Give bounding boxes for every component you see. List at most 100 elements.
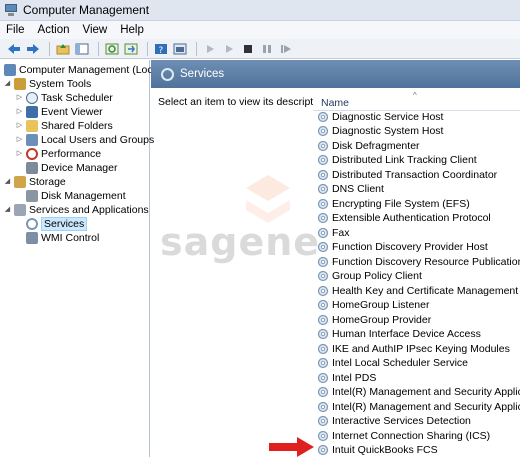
services-gear-icon xyxy=(161,67,174,81)
up-folder-icon[interactable] xyxy=(55,41,71,57)
tree-system-tools[interactable]: ◢ System Tools xyxy=(4,77,91,90)
collapse-arrow-icon[interactable]: ◢ xyxy=(4,206,11,213)
service-gear-icon xyxy=(317,430,329,441)
service-name: Group Policy Client xyxy=(332,270,422,282)
help-icon[interactable]: ? xyxy=(153,41,169,57)
service-gear-icon xyxy=(317,328,329,340)
back-arrow-icon[interactable] xyxy=(6,41,22,57)
service-row[interactable]: Disk Defragmenter xyxy=(317,139,420,152)
expand-arrow-icon[interactable]: ▷ xyxy=(16,94,23,101)
service-row[interactable]: Function Discovery Provider Host xyxy=(317,241,488,254)
service-row[interactable]: HomeGroup Provider xyxy=(317,313,431,326)
service-gear-icon xyxy=(317,444,329,456)
stop-icon[interactable] xyxy=(240,41,256,57)
service-name: Disk Defragmenter xyxy=(332,139,420,152)
expand-arrow-icon[interactable]: ▷ xyxy=(16,108,23,115)
service-row[interactable]: DNS Client xyxy=(317,183,384,196)
forward-arrow-icon[interactable] xyxy=(25,41,41,57)
tree-performance[interactable]: ▷ Performance xyxy=(16,147,101,160)
collapse-arrow-icon[interactable]: ◢ xyxy=(4,80,11,87)
service-name: DNS Client xyxy=(332,183,384,195)
service-row[interactable]: Intel(R) Management and Security Applica… xyxy=(317,400,520,413)
service-row[interactable]: Function Discovery Resource Publication xyxy=(317,255,520,268)
expand-arrow-icon[interactable]: ▷ xyxy=(16,136,23,143)
show-hide-tree-icon[interactable] xyxy=(74,41,90,57)
refresh-icon[interactable] xyxy=(104,41,120,57)
service-row[interactable]: Fax xyxy=(317,226,350,239)
service-row[interactable]: IKE and AuthIP IPsec Keying Modules xyxy=(317,342,510,355)
tree-wmi-control[interactable]: WMI Control xyxy=(26,231,99,244)
tree-performance-label: Performance xyxy=(41,147,102,160)
service-row[interactable]: Group Policy Client xyxy=(317,270,422,283)
title-bar[interactable]: Computer Management xyxy=(0,0,520,21)
export-icon[interactable] xyxy=(123,41,139,57)
service-name: Fax xyxy=(332,226,350,239)
clock-icon xyxy=(26,91,38,104)
service-gear-icon xyxy=(317,111,329,122)
service-row[interactable]: Distributed Link Tracking Client xyxy=(317,154,477,167)
tree-event-viewer[interactable]: ▷ Event Viewer xyxy=(16,105,103,118)
menu-view[interactable]: View xyxy=(83,24,108,36)
computer-management-icon xyxy=(4,3,18,17)
service-row[interactable]: Distributed Transaction Coordinator xyxy=(317,168,497,181)
tree-device-manager-label: Device Manager xyxy=(41,161,118,174)
properties-icon[interactable] xyxy=(172,41,188,57)
menu-bar: File Action View Help xyxy=(0,21,520,39)
service-name: Intel(R) Management and Security Applica… xyxy=(332,400,520,413)
expand-arrow-icon[interactable]: ▷ xyxy=(16,122,23,129)
collapse-arrow-icon[interactable]: ◢ xyxy=(4,178,11,185)
service-gear-icon xyxy=(317,270,329,282)
computer-icon xyxy=(4,63,16,76)
event-viewer-icon xyxy=(26,105,38,118)
services-apps-icon xyxy=(14,203,26,216)
service-gear-icon xyxy=(317,125,329,137)
menu-help[interactable]: Help xyxy=(120,24,144,36)
service-row[interactable]: Extensible Authentication Protocol xyxy=(317,212,491,225)
service-name: Diagnostic System Host xyxy=(332,125,444,137)
pause-icon[interactable] xyxy=(259,41,275,57)
tree-root[interactable]: Computer Management (Local) xyxy=(4,63,164,76)
tree-services[interactable]: Services xyxy=(26,216,88,231)
tree-task-scheduler[interactable]: ▷ Task Scheduler xyxy=(16,91,113,104)
service-name: Health Key and Certificate Management xyxy=(332,284,519,297)
service-row[interactable]: HomeGroup Listener xyxy=(317,299,429,312)
service-gear-icon xyxy=(317,299,329,311)
tree-local-users-label: Local Users and Groups xyxy=(41,133,155,146)
menu-action[interactable]: Action xyxy=(38,24,70,36)
users-icon xyxy=(26,133,38,146)
play-next-icon[interactable] xyxy=(221,41,237,57)
service-name: Distributed Link Tracking Client xyxy=(332,154,477,166)
tree-device-manager[interactable]: Device Manager xyxy=(26,161,117,174)
service-row[interactable]: Intuit QuickBooks FCS xyxy=(317,444,438,457)
service-name: Extensible Authentication Protocol xyxy=(332,212,491,224)
service-row[interactable]: Diagnostic Service Host xyxy=(317,110,443,123)
service-row[interactable]: Intel PDS xyxy=(317,371,376,384)
tree-services-apps[interactable]: ◢ Services and Applications xyxy=(4,203,149,216)
tree-storage[interactable]: ◢ Storage xyxy=(4,175,66,188)
gear-icon xyxy=(26,217,38,230)
service-gear-icon xyxy=(317,140,329,151)
service-gear-icon xyxy=(317,285,329,296)
service-row[interactable]: Intel Local Scheduler Service xyxy=(317,357,468,370)
service-row[interactable]: Interactive Services Detection xyxy=(317,415,471,428)
tree-shared-folders[interactable]: ▷ Shared Folders xyxy=(16,119,113,132)
service-gear-icon xyxy=(317,386,329,398)
service-name: HomeGroup Provider xyxy=(332,313,432,326)
service-name: Intel(R) Management and Security Applica… xyxy=(332,386,520,398)
tree-shared-folders-label: Shared Folders xyxy=(41,119,113,132)
service-row[interactable]: Intel(R) Management and Security Applica… xyxy=(317,386,520,399)
service-row[interactable]: Internet Connection Sharing (ICS) xyxy=(317,429,490,442)
service-row[interactable]: Human Interface Device Access xyxy=(317,328,481,341)
tree-disk-management[interactable]: Disk Management xyxy=(26,189,126,202)
menu-file[interactable]: File xyxy=(6,24,25,36)
console-tree: Computer Management (Local) ◢ System Too… xyxy=(0,60,164,457)
service-row[interactable]: Diagnostic System Host xyxy=(317,125,443,138)
restart-icon[interactable] xyxy=(278,41,294,57)
service-name: IKE and AuthIP IPsec Keying Modules xyxy=(332,342,510,355)
service-row[interactable]: Encrypting File System (EFS) xyxy=(317,197,470,210)
tree-local-users[interactable]: ▷ Local Users and Groups xyxy=(16,133,154,146)
expand-arrow-icon[interactable]: ▷ xyxy=(16,150,23,157)
service-row[interactable]: Health Key and Certificate Management xyxy=(317,284,518,297)
play-icon[interactable] xyxy=(202,41,218,57)
name-column-header[interactable]: ^ Name xyxy=(313,91,520,111)
